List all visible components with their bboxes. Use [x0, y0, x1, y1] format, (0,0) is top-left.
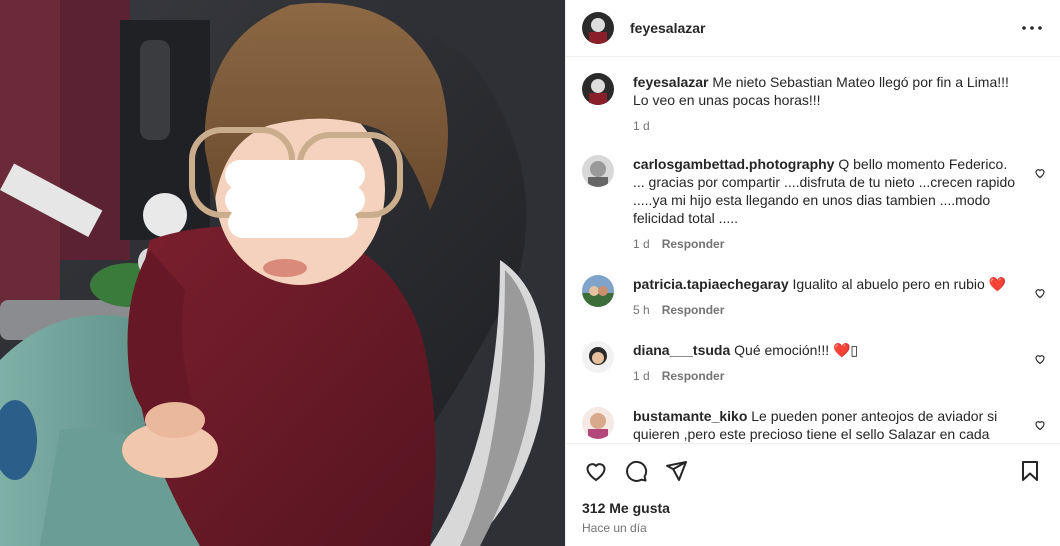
reply-button[interactable]: Responder: [662, 237, 725, 251]
small-heart-icon[interactable]: [1034, 418, 1046, 431]
photo-illustration: [0, 0, 565, 546]
post-photo[interactable]: [0, 0, 565, 546]
comment-meta: 5 h Responder: [633, 303, 1046, 317]
caption-username[interactable]: feyesalazar: [633, 74, 709, 90]
comment-text: bustamante_kiko Le pueden poner anteojos…: [633, 407, 1016, 443]
small-heart-icon[interactable]: [1034, 166, 1046, 179]
comment-username[interactable]: carlosgambettad.photography: [633, 156, 834, 172]
caption-meta: 1 d: [633, 119, 1046, 133]
commenter-avatar[interactable]: [582, 407, 614, 439]
comments-list[interactable]: feyesalazar Me nieto Sebastian Mateo lle…: [566, 58, 1060, 443]
comment-text: diana___tsuda Qué emoción!!! ❤️▯: [633, 341, 1016, 359]
post-details-panel: feyesalazar feyesalazar Me nieto Sebasti…: [565, 0, 1060, 546]
comment-meta: 1 d Responder: [633, 237, 1046, 251]
more-options-icon[interactable]: [1020, 16, 1044, 40]
post-time[interactable]: Hace un día: [582, 521, 647, 535]
comment-text: patricia.tapiaechegaray Igualito al abue…: [633, 275, 1016, 293]
commenter-avatar[interactable]: [582, 341, 614, 373]
action-buttons: [582, 457, 1044, 485]
comment-time[interactable]: 1 d: [633, 369, 650, 383]
likes-count[interactable]: 312 Me gusta: [582, 500, 670, 516]
comment-body: Igualito al abuelo pero en rubio ❤️: [792, 276, 1007, 292]
caption-time[interactable]: 1 d: [633, 119, 650, 133]
paper-plane-icon[interactable]: [662, 457, 690, 485]
comment-username[interactable]: diana___tsuda: [633, 342, 730, 358]
comment-item: diana___tsuda Qué emoción!!! ❤️▯ 1 d Res…: [582, 341, 1046, 383]
small-heart-icon[interactable]: [1034, 352, 1046, 365]
reply-button[interactable]: Responder: [662, 303, 725, 317]
post-actions-section: 312 Me gusta Hace un día: [566, 443, 1060, 546]
commenter-avatar[interactable]: [582, 275, 614, 307]
comment-bubble-icon[interactable]: [622, 457, 650, 485]
comment-time[interactable]: 1 d: [633, 237, 650, 251]
author-avatar[interactable]: [582, 12, 614, 44]
reply-button[interactable]: Responder: [662, 369, 725, 383]
author-avatar[interactable]: [582, 73, 614, 105]
comment-item: patricia.tapiaechegaray Igualito al abue…: [582, 275, 1046, 317]
bookmark-icon[interactable]: [1016, 457, 1044, 485]
comment-meta: 1 d Responder: [633, 369, 1046, 383]
comment-text: carlosgambettad.photography Q bello mome…: [633, 155, 1016, 227]
post-caption: feyesalazar Me nieto Sebastian Mateo lle…: [582, 73, 1046, 133]
comment-item: bustamante_kiko Le pueden poner anteojos…: [582, 407, 1046, 443]
comment-username[interactable]: patricia.tapiaechegaray: [633, 276, 789, 292]
comment-time[interactable]: 5 h: [633, 303, 650, 317]
comment-item: carlosgambettad.photography Q bello mome…: [582, 155, 1046, 251]
comment-body: Qué emoción!!! ❤️▯: [734, 342, 859, 358]
post-header: feyesalazar: [566, 0, 1060, 57]
author-username[interactable]: feyesalazar: [630, 20, 706, 36]
small-heart-icon[interactable]: [1034, 286, 1046, 299]
heart-icon[interactable]: [582, 457, 610, 485]
commenter-avatar[interactable]: [582, 155, 614, 187]
caption-text: feyesalazar Me nieto Sebastian Mateo lle…: [633, 73, 1016, 109]
comment-username[interactable]: bustamante_kiko: [633, 408, 747, 424]
